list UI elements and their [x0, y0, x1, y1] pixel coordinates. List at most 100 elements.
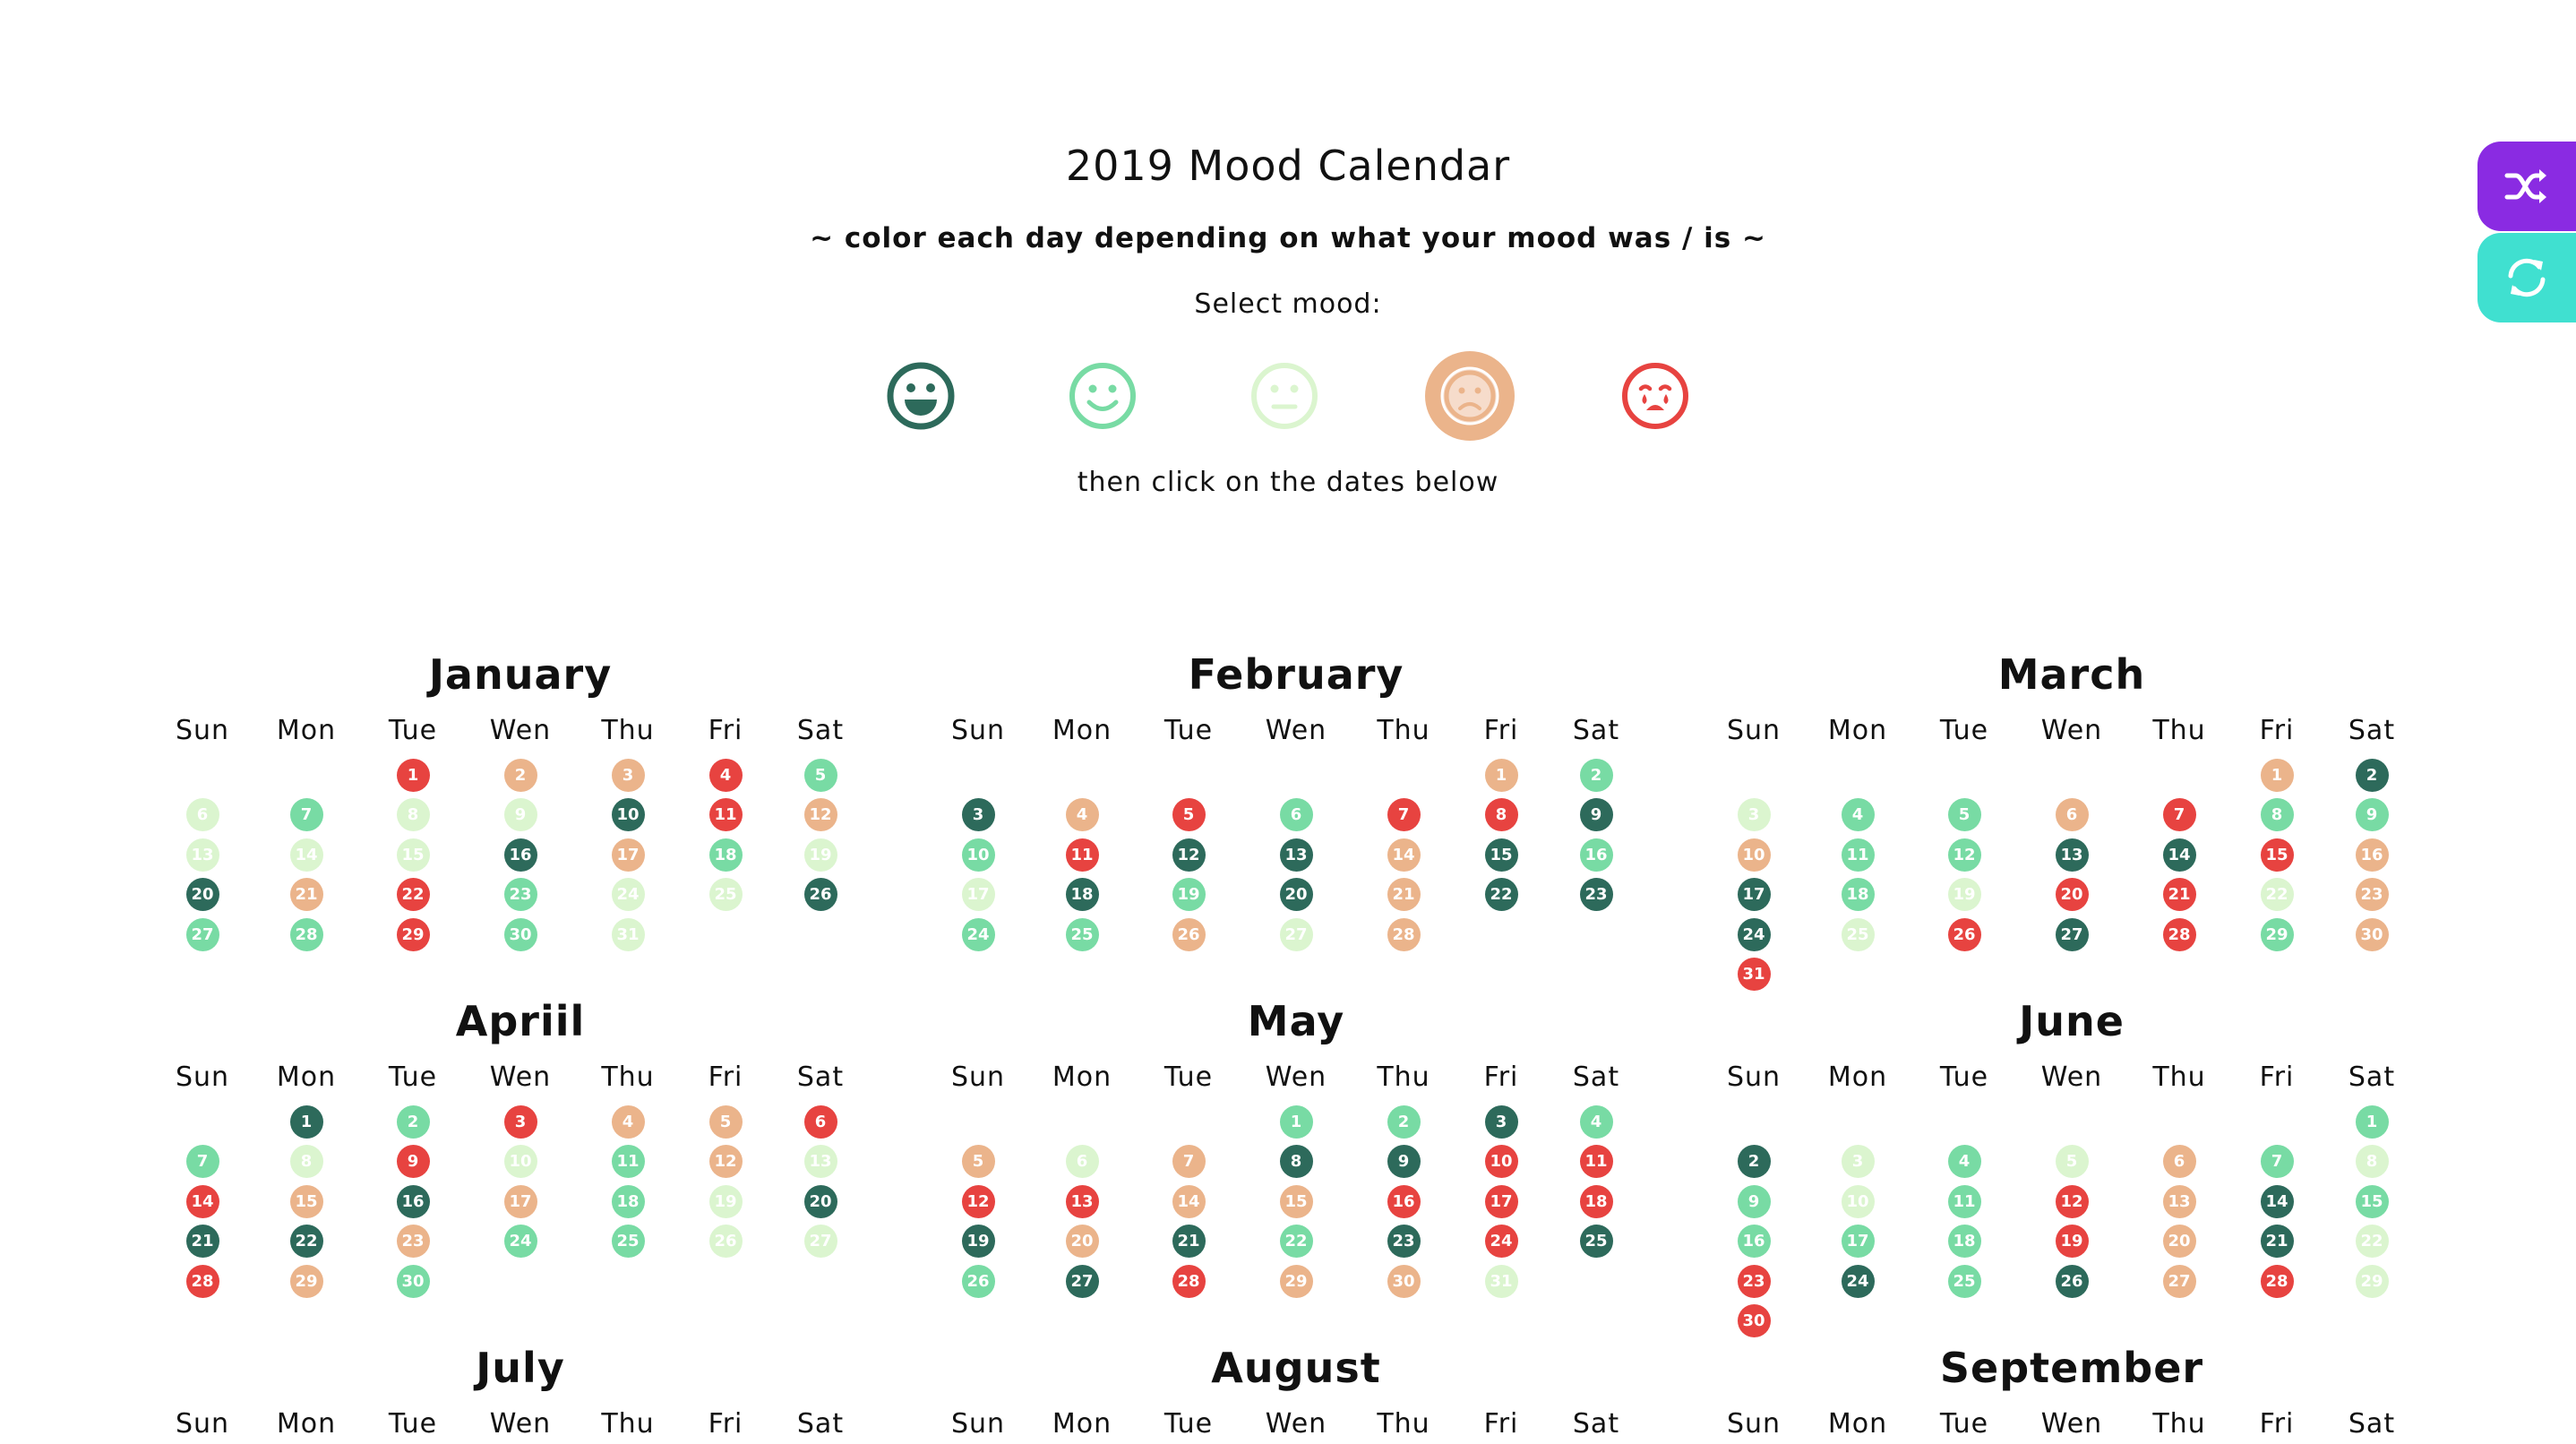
- day-cell[interactable]: 27: [185, 917, 219, 951]
- day-cell[interactable]: 31: [611, 917, 645, 951]
- day-cell[interactable]: 27: [1065, 1264, 1099, 1298]
- day-cell[interactable]: 27: [2162, 1264, 2196, 1298]
- day-cell[interactable]: 11: [708, 798, 743, 831]
- day-cell[interactable]: 18: [1065, 878, 1099, 911]
- day-cell[interactable]: 8: [2260, 798, 2294, 831]
- day-cell[interactable]: 4: [611, 1104, 645, 1139]
- day-cell[interactable]: 16: [396, 1184, 430, 1218]
- day-cell[interactable]: 6: [2162, 1145, 2196, 1178]
- day-cell[interactable]: 17: [1841, 1225, 1875, 1258]
- day-cell[interactable]: 28: [185, 1264, 219, 1298]
- day-cell[interactable]: 23: [503, 878, 537, 911]
- day-cell[interactable]: 25: [611, 1225, 645, 1258]
- day-cell[interactable]: 3: [1841, 1145, 1875, 1178]
- day-cell[interactable]: 18: [1579, 1184, 1613, 1218]
- day-cell[interactable]: 2: [1579, 758, 1613, 792]
- shuffle-button[interactable]: [2477, 142, 2576, 231]
- day-cell[interactable]: 19: [1947, 878, 1981, 911]
- day-cell[interactable]: 29: [2260, 917, 2294, 951]
- day-cell[interactable]: 22: [396, 878, 430, 911]
- day-cell[interactable]: 10: [1484, 1145, 1518, 1178]
- day-cell[interactable]: 28: [289, 917, 323, 951]
- day-cell[interactable]: 14: [2162, 838, 2196, 872]
- day-cell[interactable]: 14: [185, 1184, 219, 1218]
- day-cell[interactable]: 25: [708, 878, 743, 911]
- day-cell[interactable]: 22: [1279, 1225, 1313, 1258]
- day-cell[interactable]: 25: [1841, 917, 1875, 951]
- day-cell[interactable]: 20: [185, 878, 219, 911]
- day-cell[interactable]: 29: [289, 1264, 323, 1298]
- day-cell[interactable]: 8: [289, 1145, 323, 1178]
- day-cell[interactable]: 3: [503, 1104, 537, 1139]
- day-cell[interactable]: 19: [803, 838, 837, 872]
- day-cell[interactable]: 28: [2260, 1264, 2294, 1298]
- day-cell[interactable]: 17: [961, 878, 995, 911]
- day-cell[interactable]: 11: [611, 1145, 645, 1178]
- day-cell[interactable]: 5: [961, 1145, 995, 1178]
- day-cell[interactable]: 23: [1737, 1264, 1771, 1298]
- day-cell[interactable]: 12: [708, 1145, 743, 1178]
- day-cell[interactable]: 1: [1484, 758, 1518, 792]
- day-cell[interactable]: 7: [289, 798, 323, 831]
- day-cell[interactable]: 26: [708, 1225, 743, 1258]
- day-cell[interactable]: 23: [1579, 878, 1613, 911]
- day-cell[interactable]: 17: [503, 1184, 537, 1218]
- day-cell[interactable]: 25: [1947, 1264, 1981, 1298]
- day-cell[interactable]: 5: [708, 1104, 743, 1139]
- day-cell[interactable]: 9: [503, 798, 537, 831]
- day-cell[interactable]: 8: [2355, 1145, 2389, 1178]
- day-cell[interactable]: 27: [1279, 917, 1313, 951]
- day-cell[interactable]: 17: [1737, 878, 1771, 911]
- day-cell[interactable]: 13: [803, 1145, 837, 1178]
- day-cell[interactable]: 8: [396, 798, 430, 831]
- day-cell[interactable]: 3: [611, 758, 645, 792]
- day-cell[interactable]: 3: [961, 798, 995, 831]
- day-cell[interactable]: 19: [961, 1225, 995, 1258]
- day-cell[interactable]: 20: [1065, 1225, 1099, 1258]
- day-cell[interactable]: 24: [611, 878, 645, 911]
- day-cell[interactable]: 15: [2260, 838, 2294, 872]
- day-cell[interactable]: 20: [2055, 878, 2089, 911]
- day-cell[interactable]: 19: [1172, 878, 1206, 911]
- day-cell[interactable]: 30: [1737, 1304, 1771, 1337]
- day-cell[interactable]: 26: [961, 1264, 995, 1298]
- day-cell[interactable]: 29: [396, 917, 430, 951]
- day-cell[interactable]: 6: [1065, 1145, 1099, 1178]
- day-cell[interactable]: 7: [2260, 1145, 2294, 1178]
- day-cell[interactable]: 11: [1841, 838, 1875, 872]
- day-cell[interactable]: 22: [289, 1225, 323, 1258]
- day-cell[interactable]: 6: [185, 798, 219, 831]
- day-cell[interactable]: 14: [1172, 1184, 1206, 1218]
- day-cell[interactable]: 10: [503, 1145, 537, 1178]
- day-cell[interactable]: 12: [803, 798, 837, 831]
- day-cell[interactable]: 24: [961, 917, 995, 951]
- day-cell[interactable]: 15: [289, 1184, 323, 1218]
- day-cell[interactable]: 10: [1841, 1184, 1875, 1218]
- refresh-button[interactable]: [2477, 233, 2576, 322]
- day-cell[interactable]: 10: [1737, 838, 1771, 872]
- day-cell[interactable]: 13: [1065, 1184, 1099, 1218]
- day-cell[interactable]: 1: [396, 758, 430, 792]
- day-cell[interactable]: 5: [1172, 798, 1206, 831]
- day-cell[interactable]: 14: [1387, 838, 1421, 872]
- day-cell[interactable]: 16: [503, 838, 537, 872]
- day-cell[interactable]: 16: [2355, 838, 2389, 872]
- day-cell[interactable]: 20: [1279, 878, 1313, 911]
- day-cell[interactable]: 29: [1279, 1264, 1313, 1298]
- day-cell[interactable]: 1: [289, 1104, 323, 1139]
- day-cell[interactable]: 11: [1065, 838, 1099, 872]
- day-cell[interactable]: 12: [1172, 838, 1206, 872]
- day-cell[interactable]: 28: [1387, 917, 1421, 951]
- day-cell[interactable]: 21: [289, 878, 323, 911]
- day-cell[interactable]: 15: [2355, 1184, 2389, 1218]
- day-cell[interactable]: 31: [1484, 1264, 1518, 1298]
- day-cell[interactable]: 21: [1387, 878, 1421, 911]
- day-cell[interactable]: 19: [2055, 1225, 2089, 1258]
- day-cell[interactable]: 18: [1947, 1225, 1981, 1258]
- day-cell[interactable]: 26: [803, 878, 837, 911]
- day-cell[interactable]: 12: [2055, 1184, 2089, 1218]
- day-cell[interactable]: 2: [1737, 1145, 1771, 1178]
- day-cell[interactable]: 18: [1841, 878, 1875, 911]
- day-cell[interactable]: 1: [1279, 1104, 1313, 1139]
- day-cell[interactable]: 30: [396, 1264, 430, 1298]
